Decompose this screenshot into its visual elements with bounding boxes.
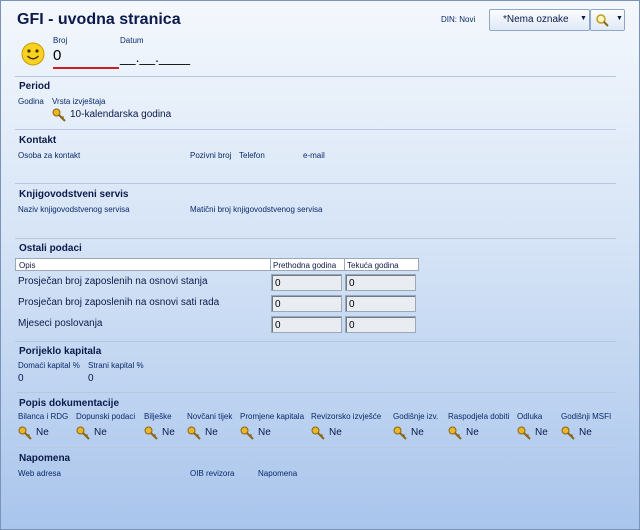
- din-label: DIN: Novi: [441, 15, 476, 24]
- key-icon[interactable]: [240, 426, 254, 440]
- table-cell-curr[interactable]: 0: [345, 295, 416, 312]
- search-icon: [596, 14, 609, 27]
- section-porijeklo: Porijeklo kapitala: [19, 346, 102, 357]
- page: GFI - uvodna stranica DIN: Novi *Nema oz…: [0, 0, 640, 530]
- doc-value: Ne: [411, 427, 424, 438]
- telefon-label: Telefon: [239, 151, 265, 160]
- table-cell-prev[interactable]: 0: [271, 316, 342, 333]
- search-button[interactable]: ▼: [590, 9, 625, 31]
- godina-label: Godina: [18, 97, 44, 106]
- divider: [15, 129, 616, 130]
- domaci-value: 0: [18, 373, 24, 384]
- divider: [15, 447, 616, 448]
- broj-input[interactable]: 0: [53, 47, 61, 64]
- table-header-prev: Prethodna godina: [273, 261, 337, 270]
- section-knjigovodstveni: Knjigovodstveni servis: [19, 189, 129, 200]
- doc-value: Ne: [205, 427, 218, 438]
- divider: [15, 183, 616, 184]
- tag-select-value: *Nema oznake: [503, 14, 569, 25]
- doc-label: Godišnji MSFI: [561, 412, 612, 421]
- chevron-down-icon: ▼: [580, 15, 587, 22]
- chevron-down-icon: ▼: [616, 15, 623, 22]
- doc-label: Promjene kapitala: [240, 412, 305, 421]
- maticni-label: Matični broj knjigovodstvenog servisa: [190, 205, 323, 214]
- doc-value: Ne: [162, 427, 175, 438]
- datum-input[interactable]: __.__.____: [120, 49, 190, 65]
- strani-label: Strani kapital %: [88, 361, 144, 370]
- divider: [15, 392, 616, 393]
- table-cell-prev[interactable]: 0: [271, 274, 342, 291]
- napomena-label: Napomena: [258, 469, 298, 478]
- doc-label: Godišnje izv.: [393, 412, 439, 421]
- divider: [15, 341, 616, 342]
- key-icon[interactable]: [311, 426, 325, 440]
- table-row-label: Prosječan broj zaposlenih na osnovi sati…: [18, 297, 220, 308]
- doc-value: Ne: [579, 427, 592, 438]
- doc-label: Odluka: [517, 412, 543, 421]
- oib-label: OIB revizora: [190, 469, 235, 478]
- broj-underline: [53, 67, 119, 69]
- doc-value: Ne: [329, 427, 342, 438]
- pozivni-label: Pozivni broj: [190, 151, 232, 160]
- osoba-label: Osoba za kontakt: [18, 151, 81, 160]
- naziv-label: Naziv knjigovodstvenog servisa: [18, 205, 130, 214]
- table-header-opis: Opis: [19, 261, 36, 270]
- doc-label: Bilanca i RDG: [18, 412, 69, 421]
- doc-value: Ne: [466, 427, 479, 438]
- doc-label: Bilješke: [144, 412, 172, 421]
- page-title: GFI - uvodna stranica: [17, 11, 181, 28]
- divider: [15, 238, 616, 239]
- key-icon[interactable]: [448, 426, 462, 440]
- broj-label: Broj: [53, 36, 68, 45]
- tag-select[interactable]: *Nema oznake ▼: [489, 9, 590, 31]
- doc-value: Ne: [258, 427, 271, 438]
- vrsta-label: Vrsta izvještaja: [52, 97, 106, 106]
- email-label: e-mail: [303, 151, 325, 160]
- smiley-icon: [21, 42, 45, 66]
- section-period: Period: [19, 81, 51, 92]
- datum-label: Datum: [120, 36, 144, 45]
- table-row-label: Prosječan broj zaposlenih na osnovi stan…: [18, 276, 208, 287]
- key-icon[interactable]: [144, 426, 158, 440]
- key-icon[interactable]: [52, 108, 66, 122]
- table-header: Opis Prethodna godina Tekuća godina: [15, 258, 419, 271]
- domaci-label: Domaći kapital %: [18, 361, 80, 370]
- doc-label: Dopunski podaci: [76, 412, 136, 421]
- section-napomena: Napomena: [19, 453, 71, 464]
- doc-value: Ne: [535, 427, 548, 438]
- divider: [15, 76, 616, 77]
- doc-label: Revizorsko izvješće: [311, 412, 382, 421]
- web-label: Web adresa: [18, 469, 61, 478]
- doc-label: Novčani tijek: [187, 412, 233, 421]
- key-icon[interactable]: [187, 426, 201, 440]
- doc-value: Ne: [94, 427, 107, 438]
- vrsta-value: 10-kalendarska godina: [70, 109, 172, 120]
- table-cell-prev[interactable]: 0: [271, 295, 342, 312]
- doc-label: Raspodjela dobiti: [448, 412, 510, 421]
- key-icon[interactable]: [561, 426, 575, 440]
- section-kontakt: Kontakt: [19, 135, 57, 146]
- doc-value: Ne: [36, 427, 49, 438]
- table-row-label: Mjeseci poslovanja: [18, 318, 103, 329]
- section-popis: Popis dokumentacije: [19, 398, 120, 409]
- key-icon[interactable]: [393, 426, 407, 440]
- table-cell-curr[interactable]: 0: [345, 274, 416, 291]
- section-ostali: Ostali podaci: [19, 243, 82, 254]
- table-header-curr: Tekuća godina: [347, 261, 399, 270]
- key-icon[interactable]: [517, 426, 531, 440]
- table-cell-curr[interactable]: 0: [345, 316, 416, 333]
- key-icon[interactable]: [18, 426, 32, 440]
- strani-value: 0: [88, 373, 94, 384]
- key-icon[interactable]: [76, 426, 90, 440]
